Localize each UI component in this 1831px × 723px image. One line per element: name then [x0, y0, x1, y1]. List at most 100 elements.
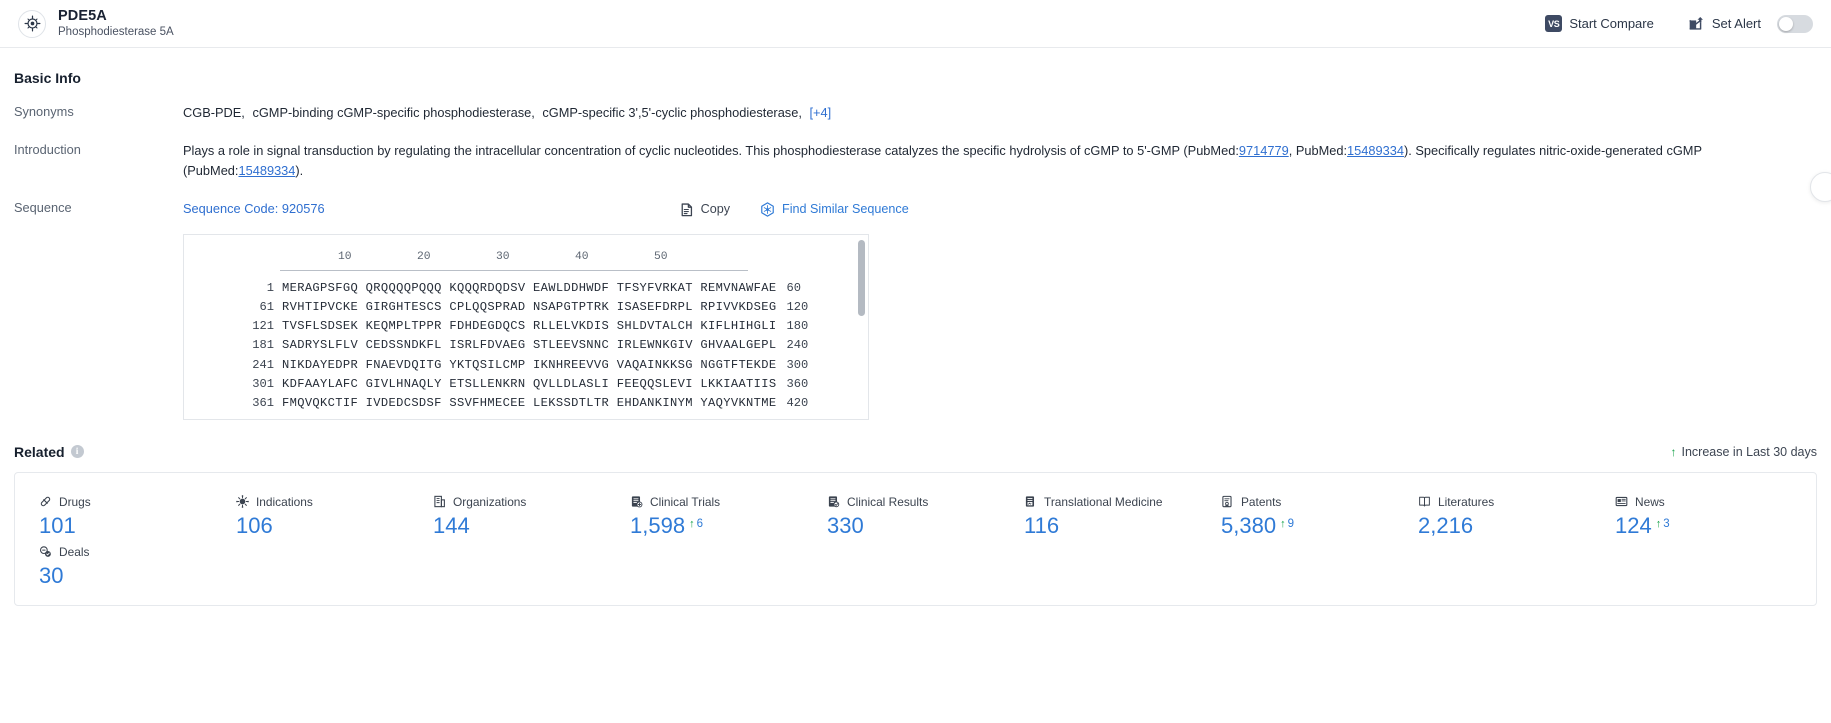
related-item-value[interactable]: 1,598	[630, 514, 685, 537]
introduction-text-2: , PubMed:	[1288, 142, 1348, 158]
related-item-deals[interactable]: Deals 30	[15, 545, 212, 587]
related-trend-legend: ↑ Increase in Last 30 days	[1671, 445, 1818, 459]
related-item-clinical-trials[interactable]: Clinical Trials 1,598 ↑ 6	[606, 495, 803, 537]
related-item-value[interactable]: 5,380	[1221, 514, 1276, 537]
arrow-up-icon: ↑	[689, 517, 695, 530]
related-item-head: Translational Medicine	[1024, 495, 1197, 509]
related-item-value[interactable]: 101	[39, 514, 76, 537]
find-similar-sequence-button[interactable]: Find Similar Sequence	[760, 199, 909, 219]
copy-icon	[681, 203, 692, 217]
related-item-head: Indications	[236, 495, 409, 509]
related-item-literatures[interactable]: Literatures 2,216	[1394, 495, 1591, 537]
sequence-start-index: 121	[252, 319, 274, 334]
related-item-organizations[interactable]: Organizations 144	[409, 495, 606, 537]
ruler-tick: 10	[338, 250, 352, 263]
related-item-value[interactable]: 124	[1615, 514, 1652, 537]
set-alert-button[interactable]: Set Alert	[1688, 14, 1813, 33]
pubmed-link-2[interactable]: 15489334	[1347, 143, 1404, 158]
related-item-value-row: 116	[1024, 514, 1197, 537]
related-item-news[interactable]: News 124 ↑ 3	[1591, 495, 1788, 537]
related-item-head: Clinical Results	[827, 495, 1000, 509]
find-similar-label: Find Similar Sequence	[782, 202, 909, 217]
ruler-tick: 40	[575, 250, 589, 263]
related-title: Related	[14, 443, 65, 460]
related-item-label: Indications	[256, 494, 313, 509]
related-heading-row: Related i ↑ Increase in Last 30 days	[14, 420, 1817, 460]
related-item-value[interactable]: 116	[1024, 514, 1059, 537]
related-trend-label: Increase in Last 30 days	[1681, 444, 1818, 459]
sequence-start-index: 181	[252, 338, 274, 353]
arrow-up-icon: ↑	[1670, 444, 1677, 459]
introduction-text-4: ).	[295, 163, 304, 179]
related-item-indications[interactable]: Indications 106	[212, 495, 409, 537]
sequence-code-link[interactable]: Sequence Code: 920576	[183, 199, 325, 220]
related-item-value[interactable]: 106	[236, 514, 273, 537]
sequence-residues: KDFAAYLAFC GIVLHNAQLY ETSLLENKRN QVLLDLA…	[282, 377, 777, 391]
related-item-head: Clinical Trials	[630, 495, 803, 509]
related-item-head: Patents	[1221, 495, 1394, 509]
related-item-translational-medicine[interactable]: Translational Medicine 116	[1000, 495, 1197, 537]
synonyms-row: Synonyms CGB-PDE, cGMP-binding cGMP-spec…	[14, 103, 1817, 124]
page-title: PDE5A	[58, 7, 107, 24]
copy-sequence-button[interactable]: Copy	[680, 199, 730, 219]
related-item-value-row: 5,380 ↑ 9	[1221, 514, 1394, 537]
mail-alert-icon	[1689, 17, 1703, 30]
related-item-label: Organizations	[453, 494, 527, 509]
sequence-line: 361 FMQVQKCTIF IVDEDCSDSF SSVFHMECEE LEK…	[184, 394, 868, 413]
synonyms-more-link[interactable]: [+4]	[809, 105, 831, 120]
sequence-start-index: 361	[252, 396, 274, 411]
related-item-value[interactable]: 330	[827, 514, 864, 537]
related-item-value-row: 330	[827, 514, 1000, 537]
sequence-start-index: 61	[259, 299, 274, 314]
sequence-line: 1 MERAGPSFGQ QRQQQQPQQQ KQQQRDQDSV EAWLD…	[184, 278, 868, 297]
related-item-drugs[interactable]: Drugs 101	[15, 495, 212, 537]
start-compare-button[interactable]: VS Start Compare	[1545, 15, 1654, 32]
copy-label: Copy	[700, 202, 731, 217]
related-item-label: Deals	[59, 544, 90, 559]
sequence-line: 301 KDFAAYLAFC GIVLHNAQLY ETSLLENKRN QVL…	[184, 374, 868, 393]
related-cards: Drugs 101 Indications 106 Organizations …	[14, 471, 1817, 607]
related-item-head: Organizations	[433, 495, 606, 509]
translational-icon	[1025, 496, 1035, 508]
sequence-scrollbar[interactable]	[858, 239, 865, 316]
related-item-patents[interactable]: Patents 5,380 ↑ 9	[1197, 495, 1394, 537]
info-icon[interactable]: i	[70, 445, 84, 459]
sequence-line: 181 SADRYSLFLV CEDSSNDKFL ISRLFDVAEG STL…	[184, 336, 868, 355]
arrow-up-icon: ↑	[1655, 517, 1662, 530]
related-item-label: Patents	[1241, 494, 1282, 509]
related-item-value[interactable]: 30	[39, 564, 63, 587]
related-item-clinical-results[interactable]: Clinical Results 330	[803, 495, 1000, 537]
page-subtitle: Phosphodiesterase 5A	[58, 26, 174, 39]
synonym-item: CGB-PDE,	[183, 105, 245, 120]
sequence-body: Sequence Code: 920576 Copy Find Similar …	[183, 199, 1817, 220]
related-item-label: News	[1635, 494, 1665, 509]
sequence-residues: SADRYSLFLV CEDSSNDKFL ISRLFDVAEG STLEEVS…	[282, 338, 777, 353]
introduction-label: Introduction	[14, 141, 81, 157]
literature-icon	[1419, 497, 1430, 507]
introduction-text-1: Plays a role in signal transduction by r…	[183, 142, 1239, 158]
synonym-item: cGMP-binding cGMP-specific phosphodieste…	[252, 105, 535, 120]
deal-icon	[39, 546, 51, 558]
related-item-label: Literatures	[1438, 494, 1495, 509]
clinical-trial-icon	[631, 496, 643, 508]
pubmed-link-3[interactable]: 15489334	[238, 163, 295, 178]
sequence-start-index: 301	[252, 377, 274, 391]
news-icon	[1615, 497, 1628, 507]
sequence-start-index: 1	[266, 280, 274, 295]
pubmed-link-1[interactable]: 9714779	[1239, 143, 1289, 158]
ruler-tick: 30	[496, 250, 510, 263]
sequence-residues: FMQVQKCTIF IVDEDCSDSF SSVFHMECEE LEKSSDT…	[282, 396, 777, 411]
basic-info-title: Basic Info	[14, 70, 81, 86]
sequence-row: Sequence Sequence Code: 920576 Copy Find…	[14, 199, 1817, 220]
set-alert-toggle[interactable]	[1777, 14, 1813, 33]
sequence-end-index: 300	[786, 357, 809, 372]
building-icon	[434, 496, 445, 508]
start-compare-label: Start Compare	[1569, 16, 1654, 31]
sequence-viewer[interactable]: 10 20 30 40 50 1 MERAGPSFGQ QRQQQQPQQQ K…	[183, 233, 869, 420]
related-item-value[interactable]: 2,216	[1418, 514, 1473, 537]
related-item-value[interactable]: 144	[433, 514, 470, 537]
related-item-delta: ↑ 6	[689, 518, 703, 530]
related-item-value-row: 106	[236, 514, 409, 537]
arrow-up-icon: ↑	[1280, 517, 1286, 530]
related-item-value-row: 101	[39, 514, 212, 537]
